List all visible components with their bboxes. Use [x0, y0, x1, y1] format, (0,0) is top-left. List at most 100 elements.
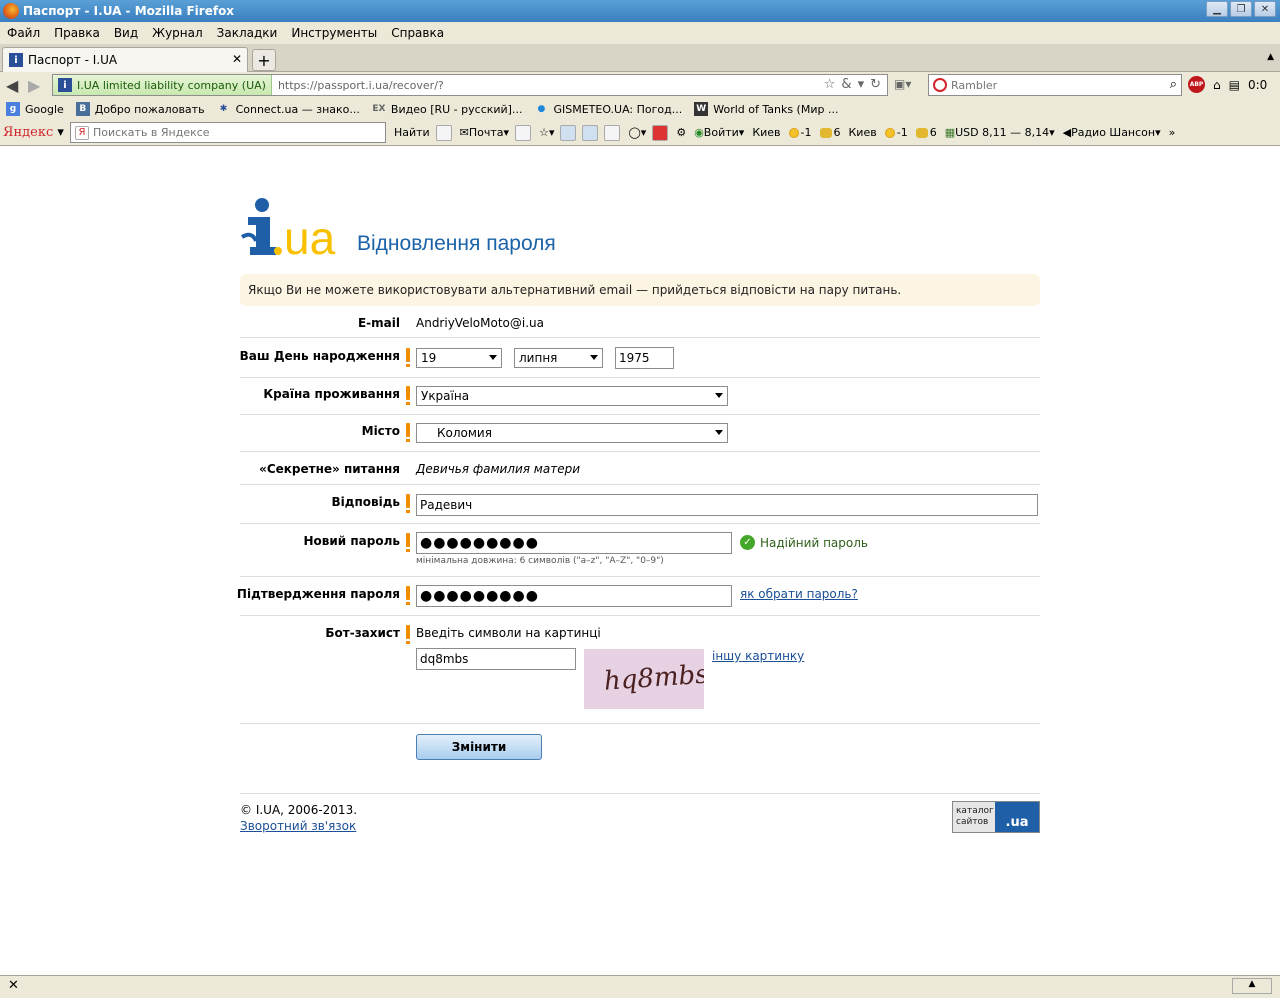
music-icon[interactable]: [515, 124, 532, 141]
sun-icon: [884, 127, 895, 138]
temp-label: 6: [929, 126, 937, 139]
translate-text-icon[interactable]: [582, 124, 599, 141]
captcha-text: hq8mbs: [603, 660, 704, 697]
close-addon-bar-icon[interactable]: ✕: [8, 978, 19, 993]
other-image-link[interactable]: іншу картинку: [712, 649, 804, 663]
captcha-image: hq8mbs: [584, 649, 709, 709]
translate-icon[interactable]: [435, 124, 452, 141]
captcha-input[interactable]: dq8mbs: [416, 648, 576, 670]
download-icon[interactable]: ▤: [1229, 78, 1240, 92]
menu-edit[interactable]: Правка: [47, 26, 107, 40]
svg-text:ua: ua: [284, 212, 336, 259]
url-bar[interactable]: i I.UA limited liability company (UA) ht…: [52, 74, 888, 96]
search-icon[interactable]: ⌕: [1170, 77, 1177, 92]
weather-temp-4[interactable]: 6: [915, 126, 937, 139]
birth-month-select[interactable]: липня: [514, 348, 603, 368]
chat-icon[interactable]: ◯▾: [628, 126, 646, 139]
shield-icon[interactable]: [652, 124, 669, 141]
bookmark-vk[interactable]: В Добро пожаловать: [75, 102, 205, 116]
menu-file[interactable]: Файл: [0, 26, 47, 40]
url-text[interactable]: https://passport.i.ua/recover/?: [278, 79, 444, 92]
close-window-button[interactable]: ✕: [1254, 1, 1276, 17]
bookmark-google[interactable]: g Google: [6, 102, 64, 116]
weather-city-1[interactable]: Киев: [752, 126, 780, 139]
answer-input[interactable]: Радевич: [416, 494, 1038, 516]
rambler-icon[interactable]: [933, 78, 947, 92]
tab-passport[interactable]: i Паспорт - I.UA ✕: [2, 47, 248, 72]
usd-rate[interactable]: ▦ USD 8,11 — 8,14 ▾: [945, 126, 1055, 139]
web-search-box[interactable]: ⌕: [928, 74, 1182, 96]
toolbar-overflow-icon[interactable]: »: [1169, 126, 1176, 139]
birth-year-input[interactable]: 1975: [615, 347, 674, 369]
yandex-search-input[interactable]: [92, 126, 363, 139]
yandex-login[interactable]: ◉ Войти ▾: [694, 126, 744, 139]
dropdown-icon[interactable]: ▾: [858, 77, 865, 92]
identity-label: I.UA limited liability company (UA): [77, 78, 266, 92]
bookmark-connect[interactable]: ✱ Connect.ua — знако...: [217, 102, 360, 116]
bookmark-wot[interactable]: W World of Tanks (Мир ...: [694, 102, 838, 116]
menu-view[interactable]: Вид: [107, 26, 145, 40]
translate-icon[interactable]: &: [841, 77, 851, 92]
restore-button[interactable]: ❐: [1230, 1, 1252, 17]
menu-bar: Файл Правка Вид Журнал Закладки Инструме…: [0, 22, 1280, 44]
menu-bookmarks[interactable]: Закладки: [210, 26, 285, 40]
country-row: Країна проживання Україна: [240, 378, 1040, 415]
menu-help[interactable]: Справка: [384, 26, 451, 40]
yandex-mail[interactable]: ✉ Почта ▾: [460, 126, 509, 139]
iua-logo[interactable]: ua: [240, 197, 340, 259]
secret-question-label: «Секретне» питання: [259, 462, 400, 476]
scroll-up-icon[interactable]: ▲: [1232, 978, 1272, 994]
chevron-down-icon: [489, 355, 497, 360]
back-icon[interactable]: ◀: [6, 76, 18, 95]
choose-password-link[interactable]: як обрати пароль?: [740, 587, 858, 601]
radio-player[interactable]: ◀ Радио Шансон ▾: [1063, 126, 1161, 139]
country-select[interactable]: Україна: [416, 386, 728, 406]
cloud-icon: [915, 127, 928, 138]
menu-history[interactable]: Журнал: [145, 26, 210, 40]
required-icon: [406, 386, 410, 405]
screen-icon[interactable]: ▣▾: [894, 77, 911, 91]
new-password-input[interactable]: ●●●●●●●●●: [416, 532, 732, 554]
catalog-badge[interactable]: каталог сайтов .ua: [952, 801, 1040, 833]
minimize-button[interactable]: ▁: [1206, 1, 1228, 17]
submit-button[interactable]: Змінити: [416, 734, 542, 760]
required-icon: [406, 423, 410, 442]
home-icon[interactable]: ⌂: [1213, 78, 1221, 92]
close-tab-icon[interactable]: ✕: [232, 52, 242, 66]
weather-temp-3[interactable]: -1: [884, 126, 908, 139]
site-identity-button[interactable]: i I.UA limited liability company (UA): [53, 75, 272, 95]
secret-question-row: «Секретне» питання Девичья фамилия матер…: [240, 452, 1040, 485]
favorites-star-icon[interactable]: ☆▾: [539, 126, 554, 139]
bookmark-video[interactable]: EX Видео [RU - русский]...: [372, 102, 522, 116]
gear-icon[interactable]: ⚙: [676, 126, 686, 139]
yandex-search-box[interactable]: Я: [69, 122, 386, 143]
new-tab-button[interactable]: +: [252, 49, 276, 71]
screenshot-icon[interactable]: [604, 124, 621, 141]
weather-temp-2[interactable]: 6: [819, 126, 841, 139]
weather-city-2[interactable]: Киев: [849, 126, 877, 139]
yandex-logo[interactable]: Яндекс ▾: [3, 125, 64, 140]
web-search-input[interactable]: [951, 78, 1141, 92]
confirm-password-input[interactable]: ●●●●●●●●●: [416, 585, 732, 607]
feedback-link[interactable]: Зворотний зв'язок: [240, 819, 356, 833]
city-select[interactable]: Коломия: [416, 423, 728, 443]
droplet-icon: ●: [537, 104, 546, 114]
weather-temp-1[interactable]: -1: [788, 126, 812, 139]
yandex-find-button[interactable]: Найти: [394, 126, 430, 139]
adblock-icon[interactable]: ABP: [1188, 76, 1205, 93]
birth-day-value: 19: [421, 351, 437, 365]
counter-text: 0:0: [1247, 77, 1268, 92]
birthday-label: Ваш День народження: [239, 349, 400, 363]
birth-day-select[interactable]: 19: [416, 348, 502, 368]
country-value: Україна: [421, 389, 470, 403]
bookmark-star-icon[interactable]: ☆: [824, 77, 836, 92]
menu-tools[interactable]: Инструменты: [284, 26, 384, 40]
spellcheck-icon[interactable]: [560, 124, 577, 141]
required-icon: [406, 348, 410, 367]
bookmark-gismeteo[interactable]: ● GISMETEO.UA: Погод...: [534, 102, 683, 116]
tab-list-icon[interactable]: ▲: [1267, 52, 1274, 62]
answer-label: Відповідь: [331, 495, 400, 509]
forward-icon[interactable]: ▶: [28, 76, 40, 95]
reload-icon[interactable]: ↻: [870, 77, 881, 92]
password-strength: ✓ Надійний пароль: [740, 535, 868, 550]
